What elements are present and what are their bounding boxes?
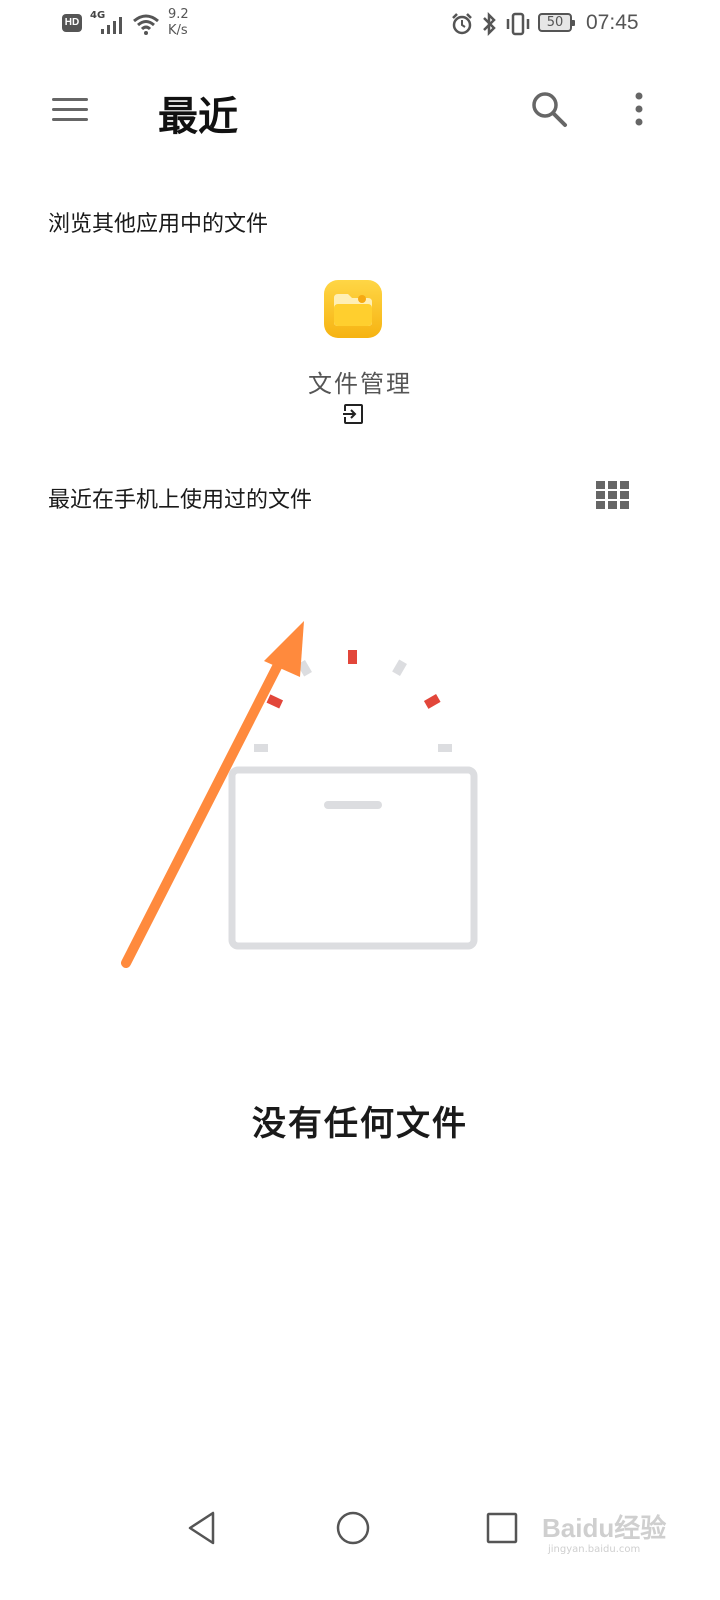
search-icon[interactable] [530,90,568,128]
bluetooth-icon [483,11,496,37]
back-triangle-icon[interactable] [186,1510,218,1546]
watermark-url: jingyan.baidu.com [548,1544,641,1555]
clock: 07:45 [586,11,639,34]
vibrate-icon [506,12,530,36]
cellular-signal-icon [101,17,122,34]
annotation-arrow [121,621,304,968]
home-circle-icon[interactable] [335,1510,371,1546]
network-speed: 9.2 K/s [168,7,189,38]
wifi-icon [133,14,159,35]
grid-view-icon[interactable] [596,481,630,509]
page-title: 最近 [158,93,238,140]
more-vertical-icon[interactable] [630,91,648,129]
recent-files-section-label: 最近在手机上使用过的文件 [48,488,313,513]
open-in-icon[interactable] [342,403,364,425]
browse-apps-section-label: 浏览其他应用中的文件 [48,212,269,237]
status-bar: HD 4G 9.2 K/s 50 07:45 [0,0,720,50]
watermark: Baidu经验 [542,1513,667,1543]
hd-badge: HD [62,14,82,32]
file-manager-app-label: 文件管理 [308,370,412,398]
file-manager-app-icon [324,280,382,338]
hamburger-menu-icon[interactable] [52,96,90,124]
alarm-icon [452,13,472,35]
empty-state-text: 没有任何文件 [252,1104,468,1144]
recents-square-icon[interactable] [486,1512,518,1544]
battery-indicator: 50 [538,13,575,32]
